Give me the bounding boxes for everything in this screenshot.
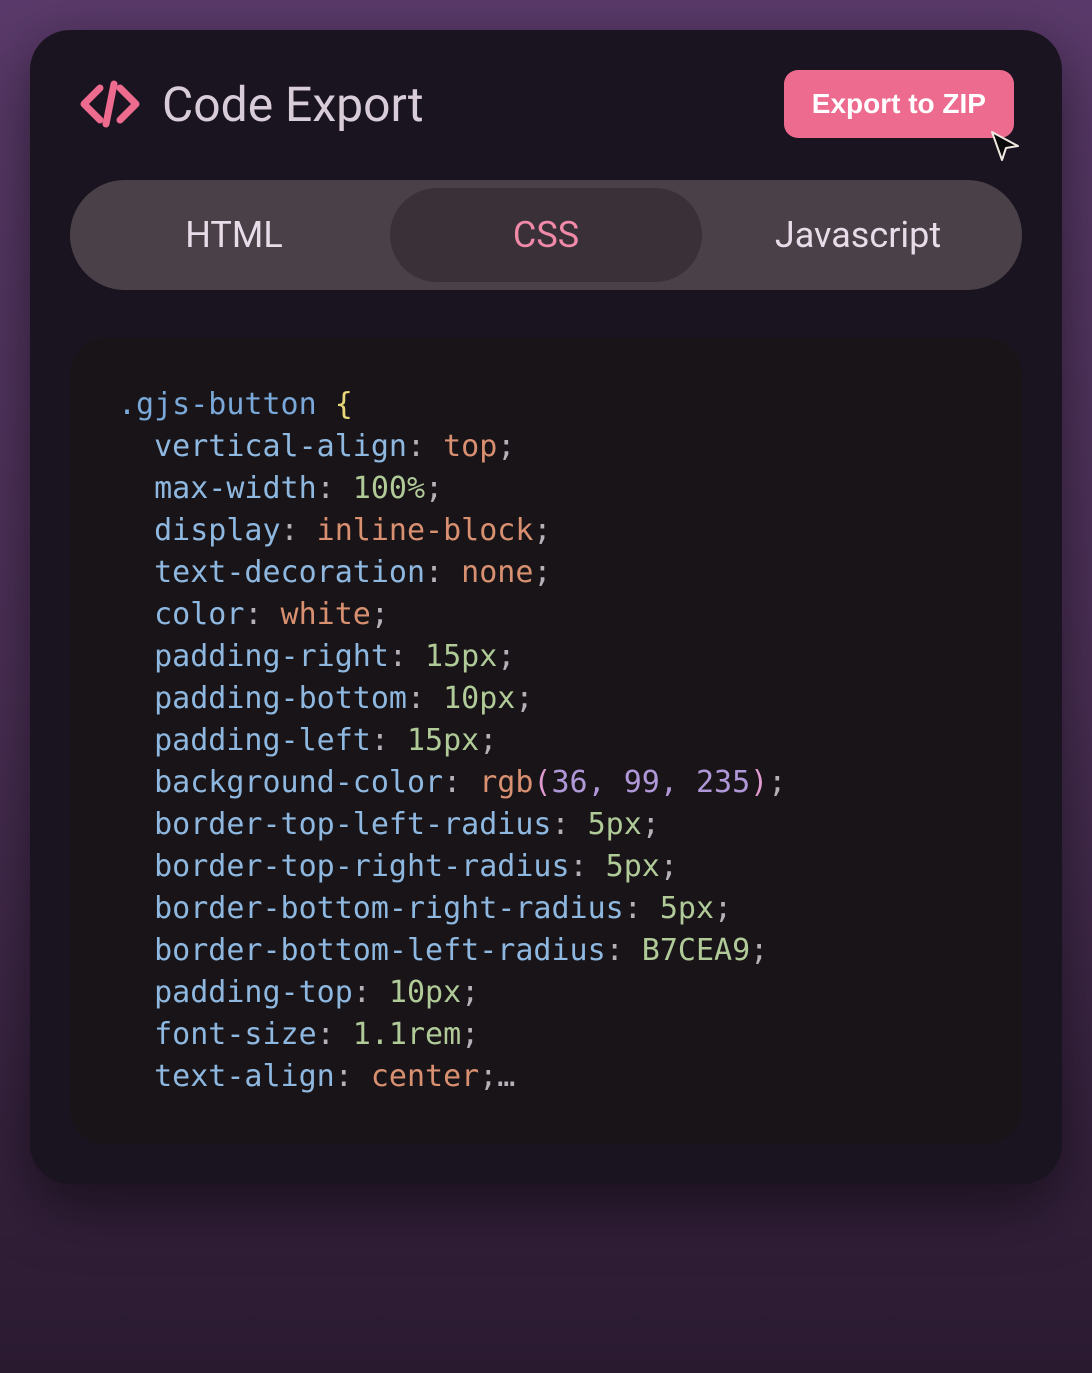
code-semicolon: ;: [479, 1059, 497, 1094]
code-colon: :: [353, 975, 371, 1010]
code-value: 1.1rem: [353, 1017, 461, 1052]
code-colon: :: [335, 1059, 353, 1094]
tab-html[interactable]: HTML: [78, 188, 390, 282]
code-semicolon: ;: [461, 1017, 479, 1052]
code-colon: :: [407, 429, 425, 464]
code-property: padding-right: [154, 639, 389, 674]
tab-css[interactable]: CSS: [390, 188, 702, 282]
code-semicolon: ;: [479, 723, 497, 758]
code-colon: :: [389, 639, 407, 674]
code-value: none: [461, 555, 533, 590]
code-semicolon: ;: [750, 933, 768, 968]
code-semicolon: ;: [497, 429, 515, 464]
code-value: top: [443, 429, 497, 464]
code-property: border-top-right-radius: [154, 849, 569, 884]
code-semicolon: ;: [461, 975, 479, 1010]
code-colon: :: [317, 1017, 335, 1052]
code-colon: :: [407, 681, 425, 716]
code-property: border-bottom-left-radius: [154, 933, 606, 968]
code-property: text-align: [154, 1059, 335, 1094]
code-colon: :: [371, 723, 389, 758]
code-colon: :: [425, 555, 443, 590]
export-button-label: Export to ZIP: [812, 88, 986, 119]
code-property: text-decoration: [154, 555, 425, 590]
code-value-fn: rgb: [479, 765, 533, 800]
code-property: color: [154, 597, 244, 632]
code-value: white: [281, 597, 371, 632]
panel-header: Code Export Export to ZIP: [70, 70, 1022, 138]
code-value-args: 36, 99, 235: [551, 765, 750, 800]
export-zip-button[interactable]: Export to ZIP: [784, 70, 1014, 138]
code-paren: (: [533, 765, 551, 800]
code-semicolon: ;: [371, 597, 389, 632]
code-semicolon: ;: [660, 849, 678, 884]
code-semicolon: ;: [533, 555, 551, 590]
code-ellipsis: …: [497, 1059, 515, 1094]
code-value: 10px: [443, 681, 515, 716]
code-property: vertical-align: [154, 429, 407, 464]
code-property: max-width: [154, 471, 317, 506]
code-property: padding-bottom: [154, 681, 407, 716]
code-value: 5px: [606, 849, 660, 884]
code-colon: :: [244, 597, 262, 632]
code-value: 5px: [588, 807, 642, 842]
code-colon: :: [570, 849, 588, 884]
code-property: background-color: [154, 765, 443, 800]
code-semicolon: ;: [515, 681, 533, 716]
code-paren: ): [750, 765, 768, 800]
code-icon: [78, 80, 142, 128]
code-value: 10px: [389, 975, 461, 1010]
code-value: inline-block: [317, 513, 534, 548]
code-colon: :: [281, 513, 299, 548]
code-selector: .gjs-button: [118, 387, 317, 422]
code-colon: :: [443, 765, 461, 800]
code-export-panel: Code Export Export to ZIP HTML CSS Javas…: [30, 30, 1062, 1184]
code-semicolon: ;: [425, 471, 443, 506]
panel-title: Code Export: [162, 76, 424, 133]
code-value: 15px: [425, 639, 497, 674]
code-value: 5px: [660, 891, 714, 926]
code-viewer[interactable]: .gjs-button { vertical-align: top; max-w…: [70, 338, 1022, 1144]
cursor-icon: [988, 128, 1024, 164]
code-value: B7CEA9: [642, 933, 750, 968]
code-semicolon: ;: [768, 765, 786, 800]
code-value: center: [371, 1059, 479, 1094]
code-value: 100%: [353, 471, 425, 506]
code-colon: :: [551, 807, 569, 842]
code-value: 15px: [407, 723, 479, 758]
code-semicolon: ;: [714, 891, 732, 926]
code-colon: :: [317, 471, 335, 506]
code-property: padding-top: [154, 975, 353, 1010]
tab-javascript[interactable]: Javascript: [702, 188, 1014, 282]
code-property: border-top-left-radius: [154, 807, 551, 842]
language-tabs: HTML CSS Javascript: [70, 180, 1022, 290]
code-property: display: [154, 513, 280, 548]
code-semicolon: ;: [642, 807, 660, 842]
code-property: border-bottom-right-radius: [154, 891, 624, 926]
code-brace-open: {: [335, 387, 353, 422]
code-semicolon: ;: [533, 513, 551, 548]
title-group: Code Export: [78, 76, 424, 133]
code-property: font-size: [154, 1017, 317, 1052]
code-colon: :: [624, 891, 642, 926]
code-colon: :: [606, 933, 624, 968]
code-property: padding-left: [154, 723, 371, 758]
code-semicolon: ;: [497, 639, 515, 674]
